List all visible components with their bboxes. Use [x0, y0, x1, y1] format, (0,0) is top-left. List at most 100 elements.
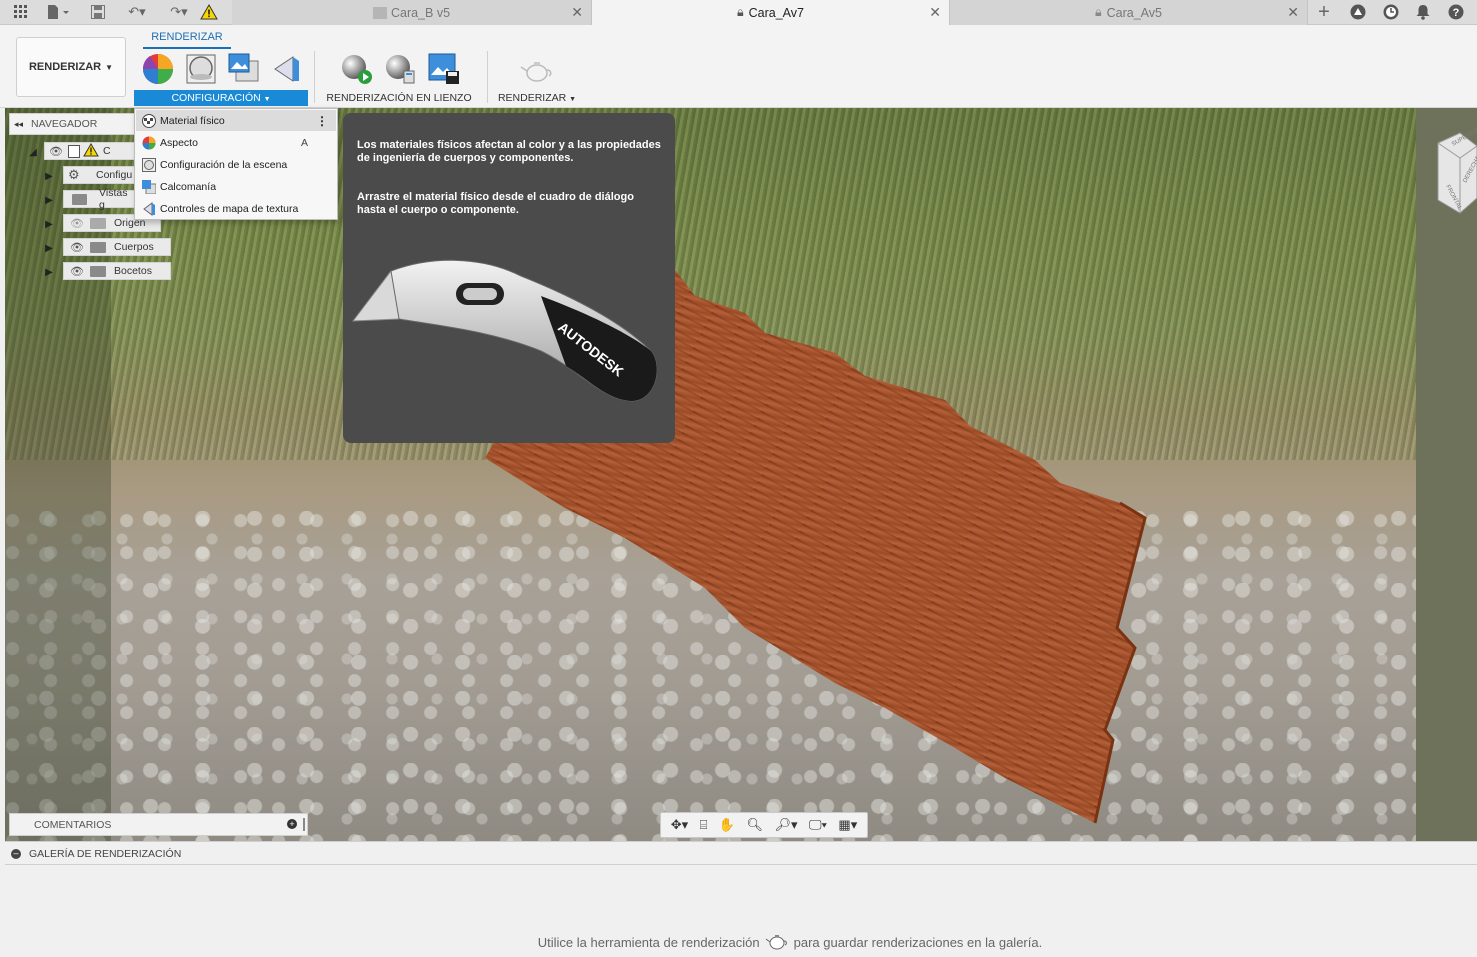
add-tab-icon[interactable]: +	[1313, 1, 1335, 23]
eye-icon[interactable]: 👁︎	[47, 145, 65, 158]
appearance-icon[interactable]	[142, 53, 174, 85]
grid-settings-icon[interactable]: ▦▾	[838, 817, 857, 833]
navigator-title: NAVEGADOR	[31, 118, 98, 130]
tree-item-named-views[interactable]: Vistas g	[63, 187, 135, 211]
expand-toggle[interactable]: ▶	[43, 191, 55, 209]
tab-label: Cara_Av5	[1106, 5, 1162, 20]
capture-image-icon[interactable]	[428, 53, 460, 85]
gallery-title: GALERÍA DE RENDERIZACIÓN	[29, 847, 182, 860]
chevron-down-icon: ▼	[569, 96, 577, 103]
extensions-icon[interactable]	[1348, 3, 1368, 21]
expand-toggle[interactable]: ▶	[43, 215, 55, 233]
render-gallery-header[interactable]: – GALERÍA DE RENDERIZACIÓN	[5, 843, 1477, 865]
display-settings-icon[interactable]: 🖵▾	[809, 817, 827, 833]
divider	[487, 51, 488, 103]
folder-icon	[90, 217, 106, 229]
menu-item-decal[interactable]: Calcomanía	[136, 176, 336, 197]
tab-cara-b-v5[interactable]: Cara_B v5 ✕	[232, 0, 592, 25]
configuracion-dropdown-menu: Material físico ⋮ Aspecto A Configuració…	[134, 108, 338, 220]
svg-text:?: ?	[1453, 7, 1460, 19]
history-icon[interactable]	[1381, 3, 1401, 21]
scene-settings-icon[interactable]	[185, 53, 217, 85]
workspace-switcher[interactable]: RENDERIZAR ▼	[16, 37, 126, 97]
navigation-toolbar: ✥▾ ⌸ ✋ 🔍︎ 🔎︎▾ 🖵▾ ▦▾	[660, 812, 868, 838]
fit-icon[interactable]: 🔎︎▾	[774, 817, 797, 833]
close-icon[interactable]: ✕	[1287, 4, 1299, 21]
save-icon[interactable]	[88, 3, 108, 21]
tree-item-label: Configu	[96, 169, 133, 181]
shortcut-label: A	[300, 136, 308, 149]
chevron-down-icon: ▼	[105, 62, 114, 72]
document-icon	[68, 144, 80, 158]
notifications-icon[interactable]	[1413, 3, 1433, 21]
texture-map-icon	[141, 201, 157, 216]
folder-icon	[72, 193, 88, 205]
lock-icon: 🔒︎	[736, 5, 744, 19]
lock-icon: 🔒︎	[1094, 5, 1102, 19]
eye-icon[interactable]: 👁︎	[68, 265, 86, 278]
menu-item-label: Aspecto	[160, 136, 198, 149]
decal-icon[interactable]	[228, 53, 260, 85]
gallery-message-before: Utilice la herramienta de renderización	[537, 934, 760, 950]
collapse-icon[interactable]: ◂◂	[14, 119, 23, 130]
resize-handle[interactable]	[303, 818, 305, 831]
render-group-button[interactable]: RENDERIZAR ▼	[497, 90, 577, 106]
menu-item-appearance[interactable]: Aspecto A	[136, 132, 336, 153]
undo-icon[interactable]: ↶▾	[120, 3, 154, 21]
tooltip-instruction: Arrastre el material físico desde el cua…	[357, 191, 634, 216]
help-icon[interactable]: ?	[1446, 3, 1466, 21]
eye-hidden-icon[interactable]: 👁︎	[68, 217, 86, 230]
tab-label: Cara_B v5	[390, 5, 451, 20]
teapot-render-icon[interactable]	[520, 53, 552, 85]
tree-item-sketches[interactable]: 👁︎ Bocetos	[63, 262, 171, 280]
tab-renderizar[interactable]: RENDERIZAR	[143, 29, 231, 49]
tab-label: Cara_Av7	[748, 5, 804, 20]
expand-toggle-root[interactable]: ◢	[27, 143, 39, 161]
redo-icon[interactable]: ↷▾	[162, 3, 196, 21]
menu-item-physical-material[interactable]: Material físico ⋮	[136, 110, 336, 131]
warning-icon[interactable]	[199, 3, 219, 21]
close-icon[interactable]: ✕	[571, 4, 583, 21]
utility-knife-image: AUTODESK	[351, 259, 658, 402]
tree-item-label: Vistas g	[99, 187, 128, 211]
file-icon[interactable]	[42, 3, 74, 21]
look-at-icon[interactable]: ⌸	[700, 817, 708, 833]
in-canvas-render-icon[interactable]	[340, 53, 372, 85]
comments-panel-header[interactable]: COMENTARIOS +	[9, 813, 308, 836]
scene-settings-icon	[141, 157, 157, 172]
tree-item-bodies[interactable]: 👁︎ Cuerpos	[63, 238, 171, 256]
add-comment-icon[interactable]: +	[287, 819, 297, 829]
collapse-icon[interactable]: –	[11, 848, 21, 859]
tree-item-document-settings[interactable]: ⚙ Configu	[63, 166, 135, 184]
expand-toggle[interactable]: ▶	[43, 239, 55, 257]
texture-map-icon[interactable]	[271, 53, 303, 85]
orbit-icon[interactable]: ✥▾	[671, 817, 688, 833]
menu-item-scene-settings[interactable]: Configuración de la escena	[136, 154, 336, 175]
configuracion-group-button[interactable]: CONFIGURACIÓN ▼	[134, 90, 308, 106]
gallery-message-after: para guardar renderizaciones en la galer…	[793, 934, 1043, 950]
canvas-render-group-button[interactable]: RENDERIZACIÓN EN LIENZO ▼	[325, 90, 473, 119]
warning-icon	[83, 142, 99, 160]
pan-icon[interactable]: ✋	[719, 817, 735, 833]
menu-item-label: Configuración de la escena	[160, 158, 288, 171]
expand-toggle[interactable]: ▶	[43, 263, 55, 281]
menu-item-texture-map-controls[interactable]: Controles de mapa de textura	[136, 198, 336, 219]
decal-icon	[141, 179, 157, 194]
chevron-down-icon: ▼	[263, 96, 271, 103]
grid-icon[interactable]	[10, 3, 32, 21]
zoom-icon[interactable]: 🔍︎	[747, 817, 764, 833]
eye-icon[interactable]: 👁︎	[68, 241, 86, 254]
top-tab-bar: ↶▾ ↷▾ Cara_B v5 ✕ 🔒︎ Cara_Av7 ✕ 🔒︎ Cara_…	[0, 0, 1477, 25]
physical-material-tooltip: Los materiales físicos afectan al color …	[343, 113, 675, 443]
tree-root-node[interactable]: 👁︎ Cara_Av7	[44, 142, 140, 160]
tab-cara-av7[interactable]: 🔒︎ Cara_Av7 ✕	[592, 0, 950, 25]
root-label: Cara_Av7	[103, 145, 111, 157]
in-canvas-settings-icon[interactable]	[384, 53, 416, 85]
close-icon[interactable]: ✕	[929, 4, 941, 21]
expand-toggle[interactable]: ▶	[43, 167, 55, 185]
tab-cara-av5[interactable]: 🔒︎ Cara_Av5 ✕	[950, 0, 1308, 25]
viewcube[interactable]: FRONTAL DERECHA SUPERIOR	[1420, 127, 1477, 218]
more-options-icon[interactable]: ⋮	[316, 114, 328, 128]
menu-item-label: Controles de mapa de textura	[160, 202, 299, 215]
physical-material-icon	[141, 113, 157, 128]
